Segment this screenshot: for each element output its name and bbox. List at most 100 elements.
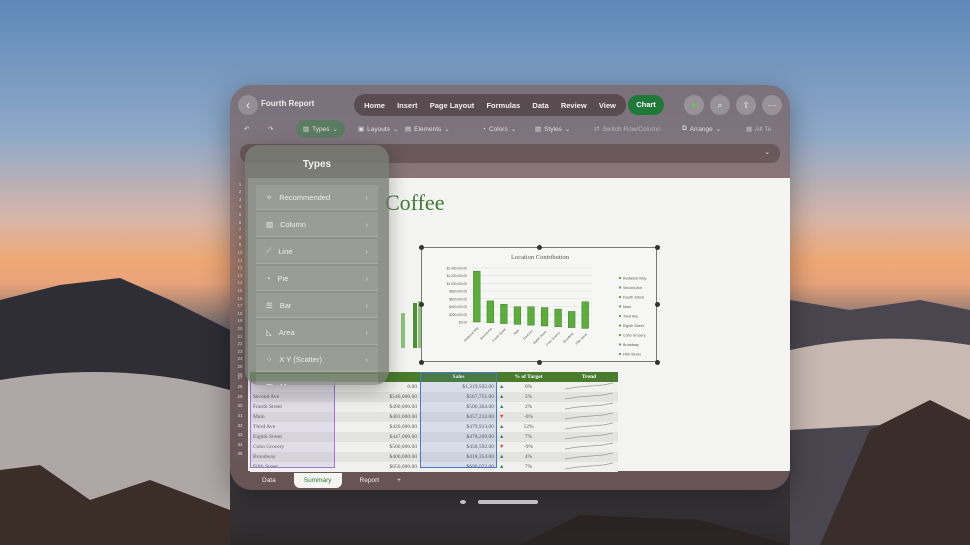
tab-home[interactable]: Home (364, 101, 385, 110)
back-button[interactable]: ‹ (238, 95, 258, 115)
pct-cell[interactable]: ▲ 7% (497, 431, 560, 442)
pct-cell[interactable]: ▲ 12% (497, 421, 560, 432)
chevron-right-icon: › (366, 382, 369, 386)
bar[interactable] (568, 311, 576, 328)
sheet-tab-data[interactable]: Data (262, 477, 276, 484)
menu-item-area[interactable]: ◺ Area › (256, 320, 378, 345)
legend-swatch (619, 315, 621, 317)
chevron-right-icon: › (365, 246, 369, 256)
resize-handle[interactable] (419, 302, 424, 307)
trend-sparkline[interactable] (560, 381, 618, 392)
menu-item-column[interactable]: ▥ Column › (256, 212, 378, 237)
more-icon[interactable]: ⋯ (762, 95, 782, 115)
resize-handle[interactable] (419, 360, 424, 365)
row-number[interactable]: 33 (232, 432, 248, 437)
trend-sparkline[interactable] (560, 411, 618, 422)
menu-item-bar[interactable]: ☰ Bar › (256, 293, 378, 318)
chart-object[interactable]: Location Contribution $0.00 $200,000.00 $40… (419, 245, 660, 365)
elements-button[interactable]: ▤ Elements ⌄ (405, 120, 450, 138)
undo-icon[interactable]: ↶ (244, 120, 249, 138)
add-sheet-button[interactable]: + (397, 477, 401, 484)
arrow-up-icon: ▲ (499, 433, 505, 440)
row-number[interactable]: 30 (232, 403, 248, 408)
tab-chart[interactable]: Chart (628, 95, 664, 115)
menu-item-maps[interactable]: ▦ Maps › (256, 374, 378, 385)
target-cell[interactable]: $490,000.00 (335, 401, 420, 412)
trend-sparkline[interactable] (560, 401, 618, 412)
pct-cell[interactable]: ▼ -9% (497, 441, 560, 452)
types-button[interactable]: ▥ Types ⌄ (296, 120, 345, 138)
trend-sparkline[interactable] (560, 431, 618, 442)
tab-insert[interactable]: Insert (397, 101, 417, 110)
pct-cell[interactable]: ▲ 4% (497, 451, 560, 462)
page-dot[interactable] (460, 500, 466, 504)
resize-handle[interactable] (537, 245, 542, 250)
bar[interactable] (540, 307, 549, 327)
tab-page-layout[interactable]: Page Layout (430, 101, 475, 110)
search-icon[interactable]: ⌕ (710, 95, 730, 115)
tab-formulas[interactable]: Formulas (486, 101, 520, 110)
elements-icon: ▤ (405, 126, 412, 133)
copilot-icon[interactable]: ● (684, 95, 704, 115)
target-cell[interactable]: $447,000.00 (335, 431, 420, 442)
window-grabber[interactable] (478, 500, 538, 504)
tab-view[interactable]: View (599, 101, 616, 110)
pct-cell[interactable]: ▲ 2% (497, 401, 560, 412)
bar[interactable] (500, 304, 508, 324)
pct-cell[interactable]: ▼ -6% (497, 411, 560, 422)
arrange-button[interactable]: ⧉ Arrange ⌄ (682, 120, 721, 138)
y-tick-label: $0.00 (459, 321, 467, 325)
row-number[interactable]: 28 (232, 384, 248, 389)
bar[interactable] (527, 306, 535, 326)
layouts-button[interactable]: ▣ Layouts ⌄ (358, 120, 398, 138)
resize-handle[interactable] (419, 245, 424, 250)
chevron-down-icon[interactable]: ⌄ (764, 148, 770, 156)
switch-row-column-button[interactable]: ⇄ Switch Row/Column (594, 120, 661, 138)
alt-text-button[interactable]: ▦ Alt Te (746, 120, 771, 138)
row-number[interactable]: 34 (232, 442, 248, 447)
trend-sparkline[interactable] (560, 421, 618, 432)
header-trend[interactable]: Trend (560, 372, 618, 382)
row-number[interactable]: 32 (232, 423, 248, 428)
bar[interactable] (513, 306, 522, 325)
sheet-tab-summary[interactable]: Summary (293, 473, 342, 488)
row-number[interactable]: 29 (232, 394, 248, 399)
row-number[interactable]: 31 (232, 413, 248, 418)
menu-item-recommended[interactable]: ✧ Recommended › (256, 185, 378, 210)
document-title[interactable]: Fourth Report (261, 99, 314, 108)
trend-sparkline[interactable] (560, 391, 618, 402)
bar[interactable] (486, 300, 494, 323)
bar[interactable] (554, 308, 562, 327)
row-number[interactable]: 35 (232, 451, 248, 456)
menu-item-pie[interactable]: ◔ Pie › (256, 266, 378, 291)
sheet-tab-report[interactable]: Report (360, 477, 380, 484)
pct-cell[interactable]: ▲ 5% (497, 391, 560, 402)
target-cell[interactable]: $500,000.00 (335, 441, 420, 452)
target-cell[interactable]: $483,000.00 (335, 411, 420, 422)
trend-sparkline[interactable] (560, 441, 618, 452)
target-cell[interactable]: $540,000.00 (335, 391, 420, 402)
target-cell[interactable]: $400,000.00 (335, 451, 420, 462)
tab-review[interactable]: Review (561, 101, 587, 110)
resize-handle[interactable] (655, 302, 660, 307)
styles-button[interactable]: ▧ Styles ⌄ (535, 120, 570, 138)
resize-handle[interactable] (655, 360, 660, 365)
arrow-up-icon: ▲ (499, 423, 505, 430)
resize-handle[interactable] (655, 245, 660, 250)
bar[interactable] (473, 270, 481, 323)
pct-cell[interactable]: ▲ 6% (497, 381, 560, 392)
menu-item-x-y-scatter-[interactable]: ⁘ X Y (Scatter) › (256, 347, 378, 372)
resize-handle[interactable] (537, 360, 542, 365)
share-icon[interactable]: ⇧ (736, 95, 756, 115)
x-tick-label: Fifth Street (575, 332, 588, 345)
trend-sparkline[interactable] (560, 451, 618, 462)
bar[interactable] (581, 301, 589, 329)
colors-button[interactable]: ◔ Colors ⌄ (482, 120, 516, 138)
target-cell[interactable]: $420,000.00 (335, 421, 420, 432)
header-pct-target[interactable]: % of Target (497, 372, 560, 382)
menu-item-line[interactable]: ⟋ Line › (256, 239, 378, 264)
redo-icon[interactable]: ↷ (268, 120, 273, 138)
tab-data[interactable]: Data (532, 101, 548, 110)
selection-range-sales (420, 372, 497, 468)
partial-chart-bar (413, 303, 417, 348)
